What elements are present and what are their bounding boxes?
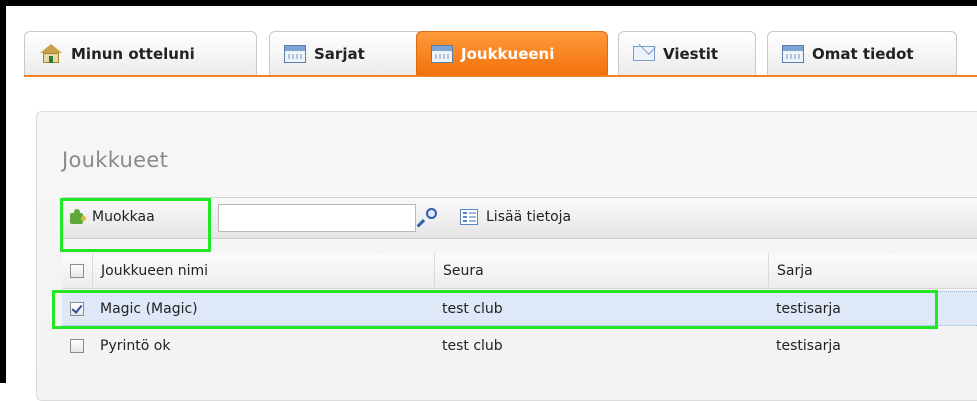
row-checkbox[interactable] [70,338,84,353]
team-name-cell: Pyrintö ok [100,337,171,354]
calendar-icon [782,44,804,63]
tab-label: Joukkueeni [461,44,555,63]
home-icon [39,43,63,64]
tab-sarjat[interactable]: Sarjat [269,31,427,75]
page-title: Joukkueet [62,148,169,172]
column-header-series[interactable]: Sarja [768,253,977,288]
column-header-club[interactable]: Seura [434,253,768,288]
more-info-label: Lisää tietoja [486,209,572,225]
tab-label: Sarjat [314,44,365,63]
puzzle-icon [68,208,86,226]
calendar-icon [284,44,306,63]
edit-button[interactable]: Muokkaa [68,206,155,228]
tab-label: Omat tiedot [812,44,914,63]
table-row[interactable]: Pyrintö ok test club testisarja [62,328,977,363]
tab-label: Minun otteluni [71,44,195,63]
tab-viestit[interactable]: Viestit [618,31,756,75]
search-input[interactable] [218,204,416,232]
window-border-top [0,0,977,6]
select-all-checkbox[interactable] [70,263,84,278]
edit-button-label: Muokkaa [92,209,155,225]
tab-underline [24,75,977,77]
table-row[interactable]: Magic (Magic) test club testisarja [62,291,977,326]
tab-omat-tiedot[interactable]: Omat tiedot [767,31,957,75]
club-cell: test club [442,300,503,317]
series-cell: testisarja [776,337,841,354]
window-border-left [0,0,6,383]
team-name-cell: Magic (Magic) [100,300,198,317]
main-tabs: Minun otteluni Sarjat Joukkueeni Viestit… [24,31,977,77]
mail-icon [633,46,655,61]
grid-header: Joukkueen nimi Seura Sarja [62,253,977,289]
series-cell: testisarja [776,300,841,317]
club-cell: test club [442,337,503,354]
column-header-name[interactable]: Joukkueen nimi [92,253,442,288]
tab-label: Viestit [663,44,719,63]
tab-minun-otteluni[interactable]: Minun otteluni [24,31,257,75]
search-icon[interactable] [416,206,444,230]
more-info-button[interactable]: Lisää tietoja [460,206,571,228]
tab-joukkueeni[interactable]: Joukkueeni [416,31,608,75]
details-list-icon [460,209,478,225]
calendar-icon [431,44,453,63]
row-checkbox[interactable] [70,301,84,316]
